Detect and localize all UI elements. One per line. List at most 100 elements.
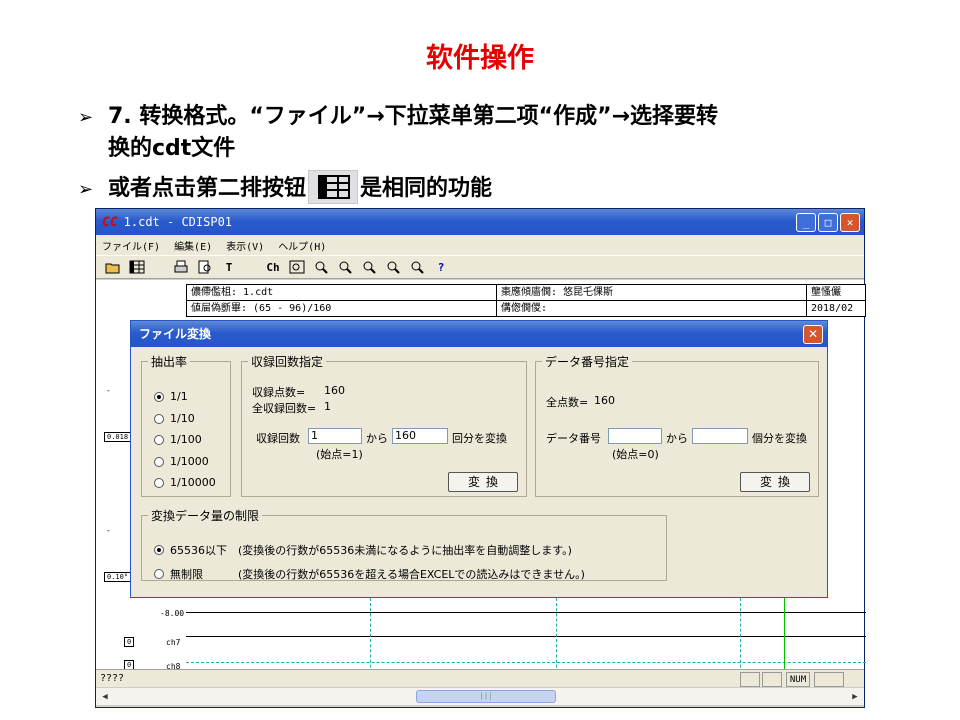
rate-option-10000[interactable]: 1/10000 bbox=[154, 476, 216, 489]
record-from-input[interactable]: 1 bbox=[308, 428, 362, 444]
data-convert-button[interactable]: 変換 bbox=[740, 472, 810, 492]
record-total-value: 1 bbox=[324, 400, 331, 413]
bullet-arrow-icon: ➢ bbox=[78, 107, 94, 128]
zoom-reset-icon[interactable] bbox=[408, 258, 426, 276]
record-total-label: 全収録回数= bbox=[252, 402, 317, 415]
scroll-thumb[interactable]: ||| bbox=[416, 690, 556, 703]
print-preview-icon[interactable] bbox=[196, 258, 214, 276]
table-grid-icon bbox=[318, 175, 351, 199]
status-indicator bbox=[740, 672, 760, 687]
menu-file[interactable]: ファイル(F) bbox=[102, 238, 160, 253]
table-grid-icon[interactable] bbox=[128, 258, 146, 276]
data-from-input[interactable] bbox=[608, 428, 662, 444]
file-convert-dialog: ファイル変換 ✕ 抽出率 1/1 1/10 1/100 1/1000 1/100… bbox=[130, 320, 828, 598]
zoom-out-y-icon[interactable] bbox=[384, 258, 402, 276]
radio-icon[interactable] bbox=[154, 456, 164, 467]
radio-icon[interactable] bbox=[154, 569, 164, 579]
num-lock-indicator: NUM bbox=[786, 672, 810, 687]
help-icon[interactable]: ? bbox=[432, 258, 450, 276]
menu-help[interactable]: ヘルプ(H) bbox=[278, 238, 326, 253]
header-file-name: 儂僀儖柤: 1.cdt bbox=[187, 285, 497, 300]
menu-edit[interactable]: 編集(E) bbox=[174, 238, 212, 253]
data-number-label: データ番号 bbox=[546, 432, 601, 445]
data-group-legend: データ番号指定 bbox=[545, 355, 630, 369]
channel-icon[interactable]: Ch bbox=[264, 258, 282, 276]
record-points-value: 160 bbox=[324, 384, 345, 397]
bullet-1-text: 7. 转换格式。“ファイル”→下拉菜单第二项“作成”→选择要转 bbox=[108, 104, 719, 129]
limit-group-legend: 変換データ量の制限 bbox=[151, 509, 260, 523]
window-controls: _ □ ✕ bbox=[796, 213, 860, 232]
zoom-icon[interactable] bbox=[288, 258, 306, 276]
grid-line bbox=[556, 598, 557, 678]
radio-icon[interactable] bbox=[154, 477, 164, 488]
dialog-title[interactable]: ファイル変換 bbox=[131, 321, 827, 347]
zoom-out-x-icon[interactable] bbox=[336, 258, 354, 276]
data-kara-label: から bbox=[666, 432, 688, 445]
open-folder-icon[interactable] bbox=[104, 258, 122, 276]
menu-bar: ファイル(F) 編集(E) 表示(V) ヘルプ(H) bbox=[96, 235, 864, 255]
channel-label-ch7: ch7 bbox=[166, 638, 181, 647]
rate-option-10[interactable]: 1/10 bbox=[154, 412, 195, 425]
record-kara-label: から bbox=[366, 432, 388, 445]
limit-option-unlimited[interactable]: 無制限 bbox=[154, 566, 203, 582]
text-tool-icon[interactable]: T bbox=[220, 258, 238, 276]
header-extra: 壟慅儼 bbox=[811, 287, 841, 298]
header-comment: 傋偬僩儍: bbox=[497, 301, 807, 316]
toolbar: T Ch ? bbox=[96, 255, 864, 279]
zoom-in-x-icon[interactable] bbox=[312, 258, 330, 276]
dialog-close-button[interactable]: ✕ bbox=[803, 325, 823, 344]
grid-line bbox=[370, 598, 371, 678]
status-bar: ???? NUM bbox=[96, 669, 864, 689]
print-icon[interactable] bbox=[172, 258, 190, 276]
side-value-2: 0.10° bbox=[104, 572, 132, 582]
maximize-button[interactable]: □ bbox=[818, 213, 838, 232]
limit-option-unlimited-desc: (変換後の行数が65536を超える場合EXCELでの読込みはできません。) bbox=[238, 568, 585, 581]
record-group-legend: 収録回数指定 bbox=[251, 355, 324, 369]
data-number-group: データ番号指定 全点数= 160 データ番号 から 個分を変換 (始点=0) 変… bbox=[535, 353, 819, 497]
side-value-1: 0.018 bbox=[104, 432, 132, 442]
bullet-2-text-after: 是相同的功能 bbox=[360, 176, 493, 201]
radio-selected-icon[interactable] bbox=[154, 391, 164, 402]
status-text: ???? bbox=[100, 673, 125, 684]
axis-tick: - bbox=[106, 526, 111, 535]
rate-option-1[interactable]: 1/1 bbox=[154, 390, 188, 403]
bullet-1-continued: 换的cdt文件 bbox=[108, 136, 236, 161]
record-convert-button[interactable]: 変換 bbox=[448, 472, 518, 492]
rate-option-1000[interactable]: 1/1000 bbox=[154, 455, 209, 468]
radio-icon[interactable] bbox=[154, 413, 164, 424]
close-button[interactable]: ✕ bbox=[840, 213, 860, 232]
app-logo-icon: CC bbox=[102, 214, 118, 230]
menu-view[interactable]: 表示(V) bbox=[226, 238, 264, 253]
rate-group-legend: 抽出率 bbox=[151, 355, 188, 369]
record-hint: (始点=1) bbox=[316, 448, 363, 461]
minimize-button[interactable]: _ bbox=[796, 213, 816, 232]
slide-title: 软件操作 bbox=[426, 43, 534, 74]
record-to-input[interactable]: 160 bbox=[392, 428, 448, 444]
rate-group: 抽出率 1/1 1/10 1/100 1/1000 1/10000 bbox=[141, 353, 231, 497]
radio-selected-icon[interactable] bbox=[154, 545, 164, 555]
data-limit-group: 変換データ量の制限 65536以下 (変換後の行数が65536未満になるように抽… bbox=[141, 507, 667, 581]
header-range: 値屇偽斵畢: (65 - 96)/160 bbox=[187, 301, 497, 316]
data-to-input[interactable] bbox=[692, 428, 748, 444]
axis-label-min: -8.00 bbox=[160, 609, 185, 618]
zoom-in-y-icon[interactable] bbox=[360, 258, 378, 276]
status-indicator bbox=[814, 672, 844, 687]
limit-option-65536[interactable]: 65536以下 bbox=[154, 542, 227, 558]
data-points-value: 160 bbox=[594, 394, 615, 407]
bullet-1: ➢ 7. 转换格式。“ファイル”→下拉菜单第二项“作成”→选择要转 bbox=[78, 102, 718, 133]
scroll-right-icon[interactable]: ▶ bbox=[848, 690, 862, 704]
bullet-2-text-before: 或者点击第二排按钮 bbox=[108, 176, 307, 201]
record-count-label: 収録回数 bbox=[256, 432, 300, 445]
bullet-arrow-icon: ➢ bbox=[78, 179, 94, 200]
rate-option-100[interactable]: 1/100 bbox=[154, 433, 202, 446]
grid-toolbar-button bbox=[308, 170, 359, 204]
header-device: 棗應傾廧僩: 悠昆乇倮斯 bbox=[497, 285, 807, 300]
header-date: 2018/02 bbox=[811, 303, 854, 314]
data-suffix-label: 個分を変換 bbox=[752, 432, 807, 445]
data-hint: (始点=0) bbox=[612, 448, 659, 461]
radio-icon[interactable] bbox=[154, 434, 164, 445]
window-titlebar[interactable]: CC 1.cdt - CDISP01 _ □ ✕ bbox=[96, 209, 864, 235]
horizontal-scrollbar[interactable]: ◀ ||| ▶ bbox=[96, 687, 864, 705]
cursor-line[interactable] bbox=[784, 598, 785, 678]
scroll-left-icon[interactable]: ◀ bbox=[98, 690, 112, 704]
